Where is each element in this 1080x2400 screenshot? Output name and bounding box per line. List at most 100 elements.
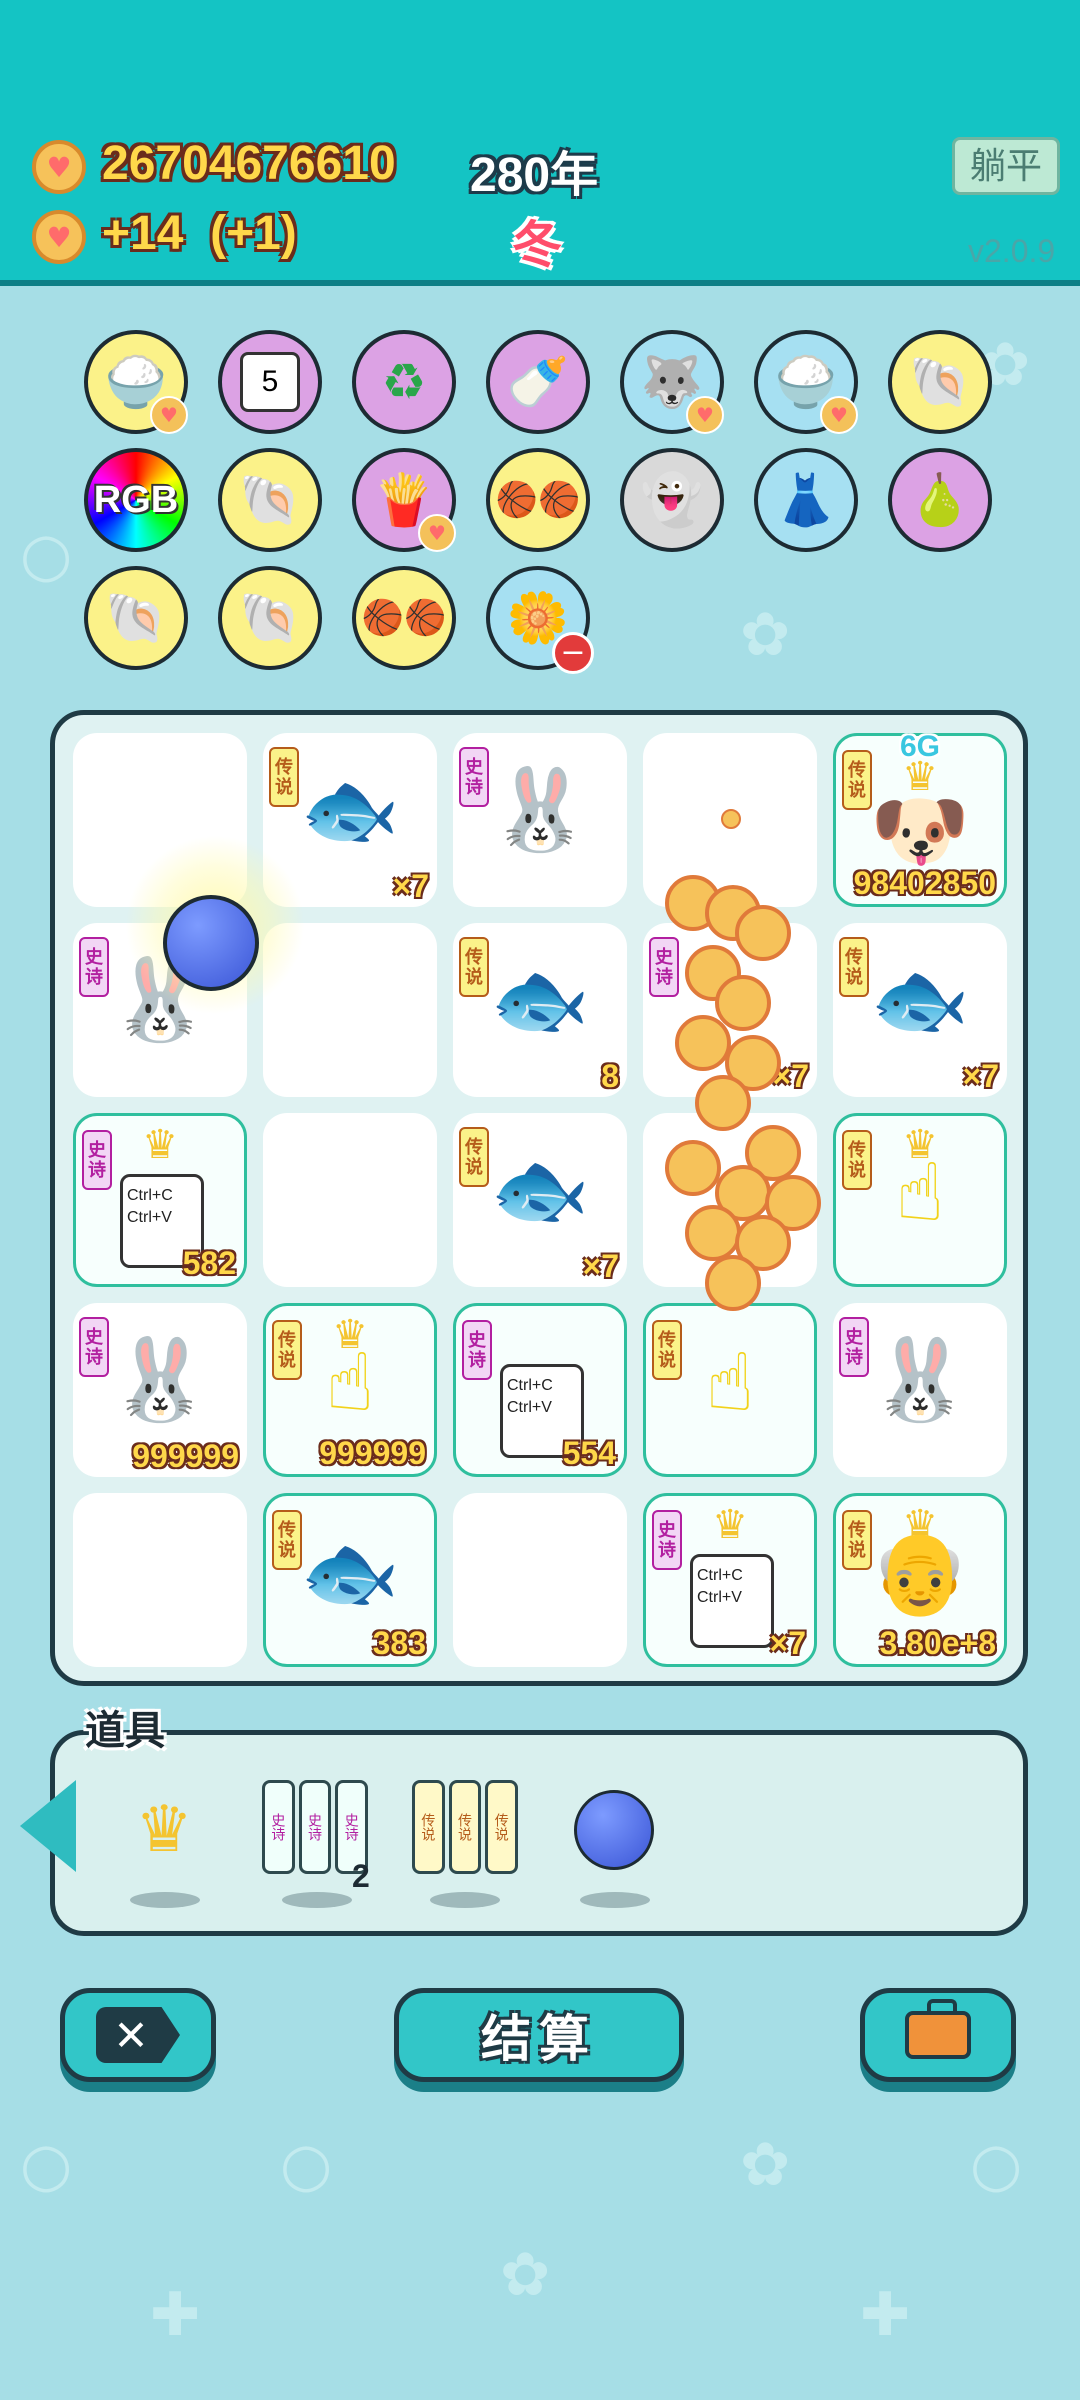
coin-icon <box>695 1075 751 1131</box>
briefcase-icon <box>905 1999 971 2059</box>
seashell-item[interactable]: 🐚 <box>218 566 322 670</box>
heart-badge-icon: ♥ <box>820 396 858 434</box>
bg-flower-decoration: ✚ <box>150 2280 201 2350</box>
item-shadow <box>580 1892 650 1908</box>
scroll-left-arrow-icon[interactable] <box>20 1780 76 1872</box>
rabbit-hut-icon: 🐰 <box>490 763 590 856</box>
merge-board: 传说 🐟 ×7 史诗 🐰 传说 6G ♛ 🐶 98402850 史诗 🐰 传说 … <box>50 710 1028 1686</box>
board-cell-koi-fish[interactable]: 传说 🐟 ×7 <box>453 1113 627 1287</box>
lie-flat-button[interactable]: 躺平 <box>952 137 1060 195</box>
recycle-item[interactable]: ♻ <box>352 330 456 434</box>
item-count: 383 <box>372 1625 426 1661</box>
top-status-bar: ♥ 26704676610 ♥ +14 (+1) 280年 冬 躺平 v2.0.… <box>0 0 1080 286</box>
rice-bowl-item[interactable]: 🍚 ♥ <box>754 330 858 434</box>
board-cell-koi-fish[interactable]: 传说 🐟 ×7 <box>833 923 1007 1097</box>
husky-dog-item[interactable]: 🐺 ♥ <box>620 330 724 434</box>
rice-bowl-item[interactable]: 🍚 ♥ <box>84 330 188 434</box>
ghost-item[interactable]: 👻 <box>620 448 724 552</box>
calendar-icon: 5 <box>240 352 300 412</box>
briefcase-button[interactable] <box>860 1988 1016 2082</box>
item-count: ×7 <box>962 1058 999 1094</box>
skirt-item[interactable]: 👗 <box>754 448 858 552</box>
item-count: 3.80e+8 <box>879 1625 996 1661</box>
epic-tag: 史诗 <box>462 1320 492 1380</box>
french-fries-item[interactable]: 🍟 ♥ <box>352 448 456 552</box>
seashell-item[interactable]: 🐚 <box>84 566 188 670</box>
calendar-item[interactable]: 5 <box>218 330 322 434</box>
item-count: ×7 <box>392 868 429 904</box>
heart-badge-icon: ♥ <box>686 396 724 434</box>
coin-total: 26704676610 <box>102 137 396 190</box>
koi-fish-icon: 🐟 <box>300 763 400 856</box>
item-shadow <box>430 1892 500 1908</box>
blueberry-icon[interactable] <box>163 895 259 991</box>
blueberry-tool[interactable] <box>564 1780 664 1880</box>
board-cell-old-man[interactable]: 传说 ♛ 👴 3.80e+8 <box>833 1493 1007 1667</box>
legend-scroll-icon: 传说 <box>448 1780 482 1874</box>
bg-flower-decoration: ✿ <box>740 2130 791 2200</box>
coin-icon <box>735 905 791 961</box>
breast-pump-item[interactable]: 🍼 <box>486 330 590 434</box>
collection-scroll-area[interactable]: 🍚 ♥ 5 ♻ 🍼 🐺 ♥ 🍚 ♥ 🐚 RGB 🐚 🍟 ♥ 🏀🏀 👻 👗 🍐 🐚 🐚 🏀… <box>0 286 1080 686</box>
board-cell-copy-paste[interactable]: 史诗 ♛ Ctrl+C Ctrl+V 582 <box>73 1113 247 1287</box>
board-cell-koi-fish[interactable]: 传说 🐟 383 <box>263 1493 437 1667</box>
item-count: 8 <box>601 1058 619 1094</box>
item-count: 98402850 <box>853 865 996 901</box>
board-cell-rabbit-hut[interactable]: 史诗 🐰 <box>833 1303 1007 1477</box>
item-count: ×7 <box>769 1625 806 1661</box>
remove-icon[interactable]: − <box>552 632 594 674</box>
crown-icon: ♛ <box>142 1123 178 1167</box>
settle-button[interactable]: 结算 <box>394 1988 684 2082</box>
board-cell-empty[interactable] <box>453 1493 627 1667</box>
income-heart-icon: ♥ <box>32 210 86 264</box>
potted-flower-item[interactable]: 🌼 − <box>486 566 594 674</box>
item-count: 554 <box>562 1435 616 1471</box>
coin-icon <box>675 1015 731 1071</box>
rgb-label: RGB <box>93 478 179 521</box>
coin-icon <box>705 1255 761 1311</box>
copy-paste-card: Ctrl+C Ctrl+V <box>690 1554 774 1648</box>
koi-fish-icon: 🐟 <box>870 953 970 1046</box>
board-cell-husky[interactable]: 传说 6G ♛ 🐶 98402850 <box>833 730 1007 907</box>
legend-scroll-tool[interactable]: 传说 传说 传说 <box>412 1780 519 1874</box>
board-cell-pointing-hand[interactable]: 传说 ♛ ☝ 999999 <box>263 1303 437 1477</box>
item-count: 582 <box>182 1245 236 1281</box>
board-cell-pointing-hand[interactable]: 传说 ♛ ☝ <box>833 1113 1007 1287</box>
tool-count: 2 <box>352 1858 370 1894</box>
coin-heart-icon: ♥ <box>32 140 86 194</box>
item-count: 999999 <box>132 1438 239 1474</box>
seashell-item[interactable]: 🐚 <box>888 330 992 434</box>
tools-label: 道具 <box>85 1709 165 1753</box>
crown-tool[interactable]: ♛ <box>114 1780 214 1880</box>
koi-fish-icon: 🐟 <box>490 953 590 1046</box>
crown-icon: ♛ <box>712 1503 748 1547</box>
board-cell-copy-paste[interactable]: 史诗 ♛ Ctrl+C Ctrl+V ×7 <box>643 1493 817 1667</box>
board-cell-empty[interactable] <box>263 1113 437 1287</box>
pointing-hand-icon: ☝ <box>705 1336 755 1429</box>
husky-dog-icon: 🐶 <box>870 784 970 877</box>
seashell-item[interactable]: 🐚 <box>218 448 322 552</box>
settle-label: 结算 <box>481 2011 597 2067</box>
board-cell-empty[interactable] <box>73 1493 247 1667</box>
bg-flower-decoration: ○ <box>280 2130 333 2200</box>
rgb-item[interactable]: RGB <box>84 448 188 552</box>
blueberry-icon <box>574 1790 654 1870</box>
basketballs-item[interactable]: 🏀🏀 <box>352 566 456 670</box>
epic-scroll-icon: 史诗 <box>298 1780 332 1874</box>
board-cell-koi-fish[interactable]: 传说 🐟 8 <box>453 923 627 1097</box>
small-coin-icon <box>721 809 741 829</box>
rabbit-hut-icon: 🐰 <box>110 1333 210 1426</box>
koi-fish-icon: 🐟 <box>300 1526 400 1619</box>
basketballs-item[interactable]: 🏀🏀 <box>486 448 590 552</box>
board-cell-rabbit-hut[interactable]: 史诗 🐰 <box>453 733 627 907</box>
old-man-face-icon: 👴 <box>870 1526 970 1619</box>
item-count: 999999 <box>319 1435 426 1471</box>
heart-badge-icon: ♥ <box>150 396 188 434</box>
rabbit-hut-icon: 🐰 <box>870 1333 970 1426</box>
board-cell-copy-paste[interactable]: 史诗 Ctrl+C Ctrl+V 554 <box>453 1303 627 1477</box>
guava-fruit-item[interactable]: 🍐 <box>888 448 992 552</box>
board-cell-rabbit-hut[interactable]: 史诗 🐰 999999 <box>73 1303 247 1477</box>
close-button[interactable]: ✕ <box>60 1988 216 2082</box>
coin-icon <box>665 1140 721 1196</box>
heart-badge-icon: ♥ <box>418 514 456 552</box>
